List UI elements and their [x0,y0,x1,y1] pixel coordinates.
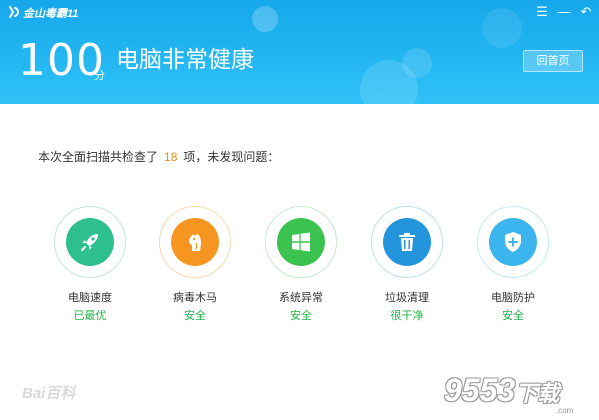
title-bar[interactable]: 金山毒霸11 ☰ — ↶ [0,0,599,24]
icon-ring [371,206,443,278]
header-banner: 金山毒霸11 ☰ — ↶ 100 分 电脑非常健康 回首页 [0,0,599,104]
summary-suffix: 项，未发现问题： [183,150,280,164]
icon-ring [159,206,231,278]
icon-ring [477,206,549,278]
trash-icon [399,233,415,251]
windows-icon [292,232,310,252]
minimize-icon[interactable]: — [555,3,573,21]
rocket-icon [81,234,98,251]
item-label: 病毒木马 [173,292,217,304]
item-status: 很干净 [390,310,424,322]
item-label: 电脑防护 [491,292,535,304]
icon-circle [171,218,219,266]
back-icon[interactable]: ↶ [577,3,595,21]
home-button[interactable]: 回首页 [523,50,583,72]
app-title: 金山毒霸11 [23,8,79,20]
app-logo-icon [9,6,19,18]
item-status: 安全 [184,310,206,322]
item-status: 安全 [290,310,312,322]
health-status-title: 电脑非常健康 [116,46,254,72]
item-status: 安全 [502,310,524,322]
site-watermark-domain: .com [556,406,574,415]
item-label: 电脑速度 [68,292,112,304]
shield-icon [505,232,521,252]
site-watermark: 9553下载 [444,372,559,409]
summary-prefix: 本次全面扫描共检查了 [38,150,159,164]
icon-ring [54,206,126,278]
checked-count: 18 [164,150,178,164]
item-status: 已最优 [73,310,107,322]
icon-circle [66,218,114,266]
result-items: 电脑速度 已最优 病毒木马 安全 系统异常 安全 垃圾清理 很干净 电脑防护 安… [0,206,599,326]
item-label: 系统异常 [279,292,323,304]
menu-icon[interactable]: ☰ [533,3,551,21]
icon-circle [277,218,325,266]
site-watermark-number: 9553 [444,372,516,408]
score-unit: 分 [94,70,105,82]
horse-icon [188,234,201,251]
decor-bubble [402,48,432,78]
icon-circle [489,218,537,266]
scan-summary: 本次全面扫描共检查了 18 项，未发现问题： [38,148,279,165]
icon-circle [383,218,431,266]
site-watermark-text: 下载 [515,381,560,406]
item-label: 垃圾清理 [385,292,429,304]
icon-ring [265,206,337,278]
health-score: 100 [18,35,105,86]
baidu-watermark: Bai百科 [22,385,76,402]
